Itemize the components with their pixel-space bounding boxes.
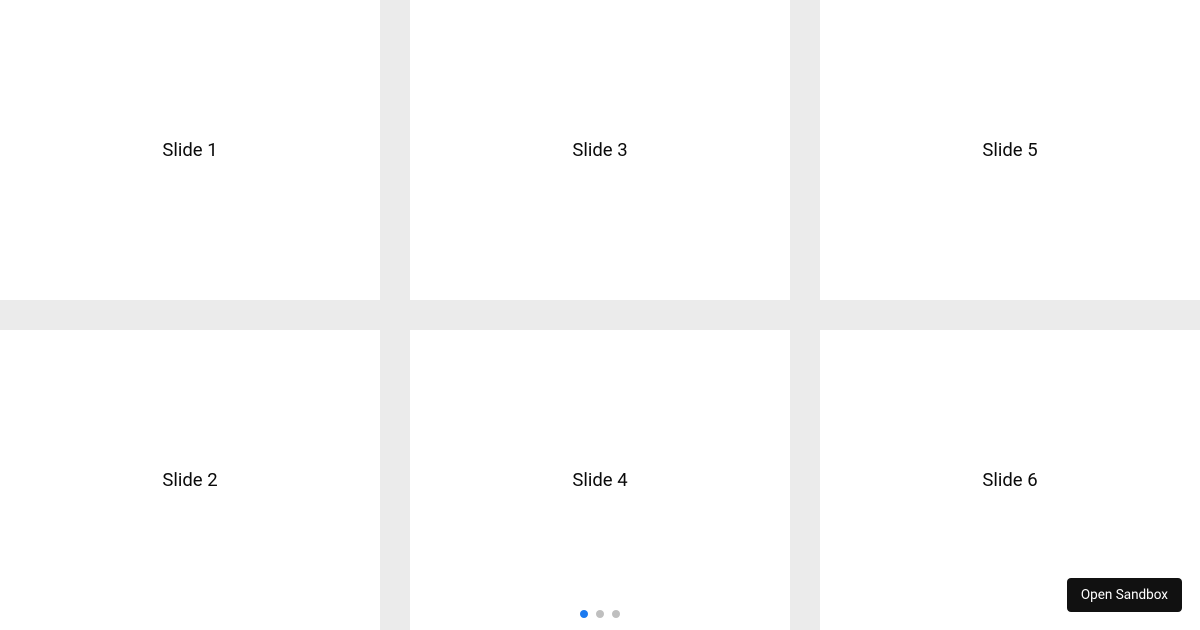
slide-label: Slide 4 [572,469,627,491]
slide[interactable]: Slide 1 [0,0,380,300]
pagination-bullet[interactable] [596,610,604,618]
pagination-bullet[interactable] [612,610,620,618]
pagination [0,610,1200,618]
pagination-bullet[interactable] [580,610,588,618]
slide-label: Slide 3 [572,139,627,161]
slide-label: Slide 2 [162,469,217,491]
slide[interactable]: Slide 4 [410,330,790,630]
slide-label: Slide 5 [982,139,1037,161]
slide[interactable]: Slide 5 [820,0,1200,300]
open-sandbox-button[interactable]: Open Sandbox [1067,578,1182,612]
swiper-grid: Slide 1 Slide 2 Slide 3 Slide 4 Slide 5 … [0,0,1200,630]
slide[interactable]: Slide 3 [410,0,790,300]
slide-label: Slide 1 [162,139,217,161]
slide[interactable]: Slide 2 [0,330,380,630]
swiper-container[interactable]: Slide 1 Slide 2 Slide 3 Slide 4 Slide 5 … [0,0,1200,630]
slide-label: Slide 6 [982,469,1037,491]
